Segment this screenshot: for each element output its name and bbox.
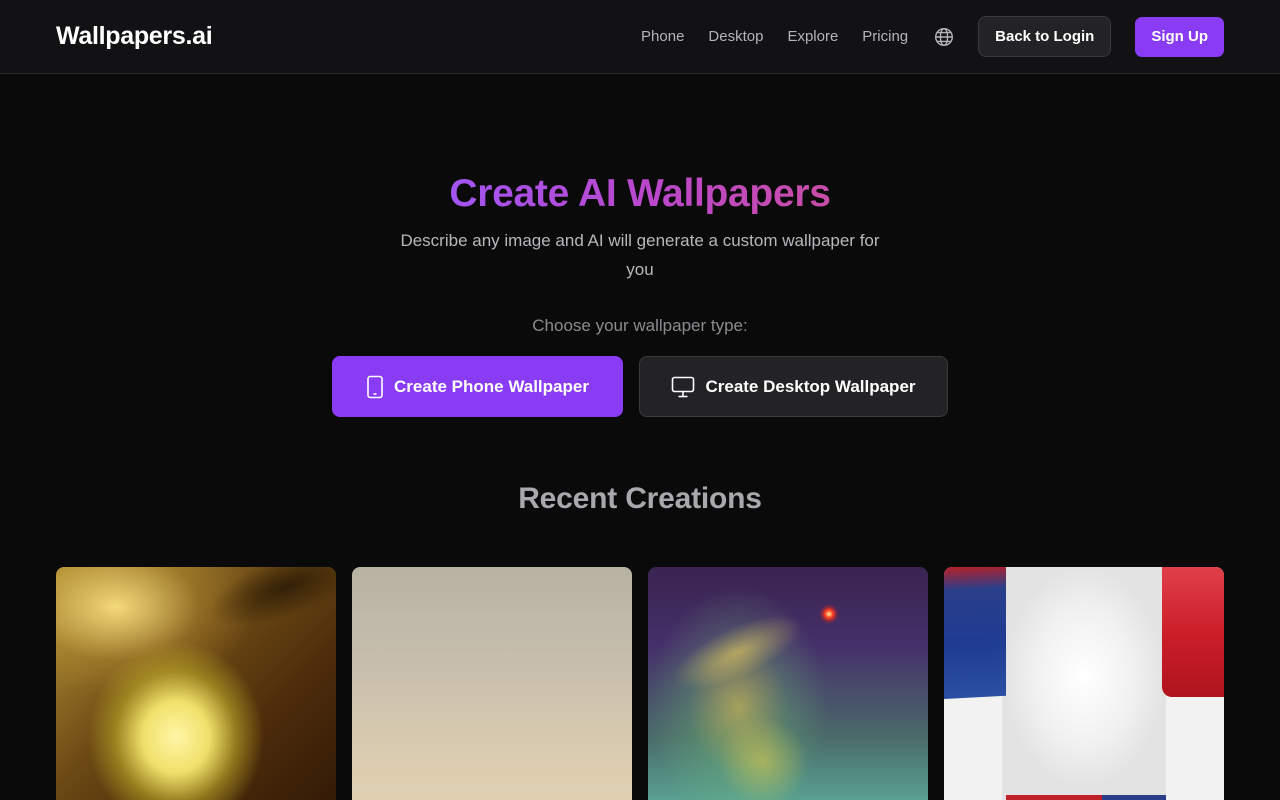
wallpaper-artwork — [718, 717, 808, 800]
nav-link-explore[interactable]: Explore — [787, 28, 838, 45]
wallpaper-type-label: Choose your wallpaper type: — [532, 316, 748, 335]
main-nav: Phone Desktop Explore Pricing Back to Lo… — [641, 0, 1224, 73]
hero-title-text: Create AI Wallpapers — [449, 172, 831, 215]
hero-title: Create AI Wallpapers — [0, 172, 1280, 216]
wallpaper-card[interactable] — [944, 567, 1224, 800]
wallpaper-artwork — [944, 567, 1006, 699]
wallpaper-artwork — [1162, 567, 1224, 697]
wallpaper-card[interactable] — [352, 567, 632, 800]
nav-link-desktop[interactable]: Desktop — [708, 28, 763, 45]
smartphone-icon — [366, 375, 384, 399]
create-phone-wallpaper-label: Create Phone Wallpaper — [394, 376, 589, 396]
wallpaper-artwork — [663, 599, 813, 705]
globe-icon[interactable] — [934, 27, 954, 47]
recent-creations-gallery — [56, 567, 1224, 800]
nav-link-phone[interactable]: Phone — [641, 28, 684, 45]
nav-link-pricing[interactable]: Pricing — [862, 28, 908, 45]
wallpaper-artwork — [200, 567, 336, 643]
back-to-login-button[interactable]: Back to Login — [978, 16, 1112, 57]
site-logo[interactable]: Wallpapers.ai — [56, 22, 213, 51]
wallpaper-card[interactable] — [648, 567, 928, 800]
create-phone-wallpaper-button[interactable]: Create Phone Wallpaper — [332, 356, 623, 417]
create-desktop-wallpaper-button[interactable]: Create Desktop Wallpaper — [639, 356, 948, 417]
sign-up-button[interactable]: Sign Up — [1135, 16, 1224, 57]
monitor-icon — [671, 376, 695, 398]
wallpaper-card[interactable] — [56, 567, 336, 800]
wallpaper-artwork — [1006, 795, 1166, 800]
hero-subtitle: Describe any image and AI will generate … — [400, 231, 880, 279]
wallpaper-artwork — [1002, 567, 1166, 800]
top-header: Wallpapers.ai Phone Desktop Explore Pric… — [0, 0, 1280, 74]
recent-creations-title: Recent Creations — [518, 482, 762, 515]
create-desktop-wallpaper-label: Create Desktop Wallpaper — [705, 376, 916, 396]
